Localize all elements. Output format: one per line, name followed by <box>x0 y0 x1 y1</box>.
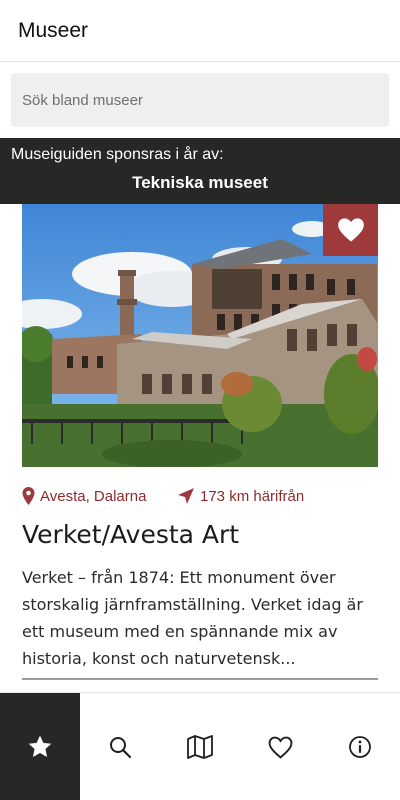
search-icon <box>110 737 132 759</box>
search-field[interactable] <box>11 73 389 127</box>
tab-featured[interactable] <box>0 693 80 800</box>
tab-info[interactable] <box>320 693 400 800</box>
page-title: Museer <box>18 19 89 42</box>
museum-meta: Avesta, Dalarna 173 km härifrån <box>22 487 378 509</box>
sponsor-intro: Museiguiden sponsras i år av: <box>11 146 224 163</box>
museum-description: Verket – från 1874: Ett monument över st… <box>22 568 363 668</box>
tab-favorites[interactable] <box>240 693 320 800</box>
search-input[interactable] <box>11 73 389 127</box>
app-header: Museer <box>0 0 400 62</box>
location-pin-icon <box>22 487 35 505</box>
card-divider <box>22 678 378 680</box>
museum-location: Avesta, Dalarna <box>40 487 147 505</box>
tab-search[interactable] <box>80 693 160 800</box>
sponsor-name[interactable]: Tekniska museet <box>0 173 400 193</box>
museum-name[interactable]: Verket/Avesta Art <box>22 520 239 549</box>
museum-card[interactable]: Avesta, Dalarna 173 km härifrån Verket/A… <box>22 204 378 680</box>
sponsor-banner[interactable]: Museiguiden sponsras i år av: Tekniska m… <box>0 138 400 204</box>
map-icon <box>187 735 213 759</box>
bottom-tab-bar <box>0 692 400 800</box>
heart-outline-icon <box>268 736 292 759</box>
distance-row: 173 km härifrån <box>177 487 304 505</box>
star-icon <box>28 735 52 757</box>
museum-photo[interactable] <box>22 204 378 467</box>
location-row: Avesta, Dalarna <box>22 487 146 505</box>
heart-icon <box>337 218 364 242</box>
navigation-arrow-icon <box>178 488 194 504</box>
museum-distance: 173 km härifrån <box>200 487 305 505</box>
tab-map[interactable] <box>160 693 240 800</box>
favorite-button[interactable] <box>323 204 378 256</box>
info-icon <box>349 736 371 758</box>
